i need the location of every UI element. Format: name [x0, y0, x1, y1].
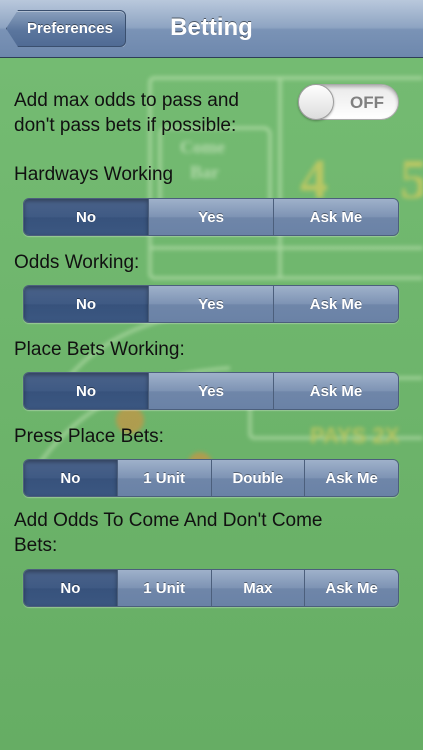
hardways-option-no[interactable]: No — [24, 199, 148, 235]
place-bets-working-option-ask-me[interactable]: Ask Me — [273, 373, 398, 409]
odds-working-option-yes[interactable]: Yes — [148, 286, 273, 322]
svg-text:5: 5 — [400, 149, 423, 211]
svg-text:PAYS 2X: PAYS 2X — [310, 423, 400, 448]
hardways-option-yes[interactable]: Yes — [148, 199, 273, 235]
come-odds-option-ask-me[interactable]: Ask Me — [304, 570, 398, 606]
svg-text:Come: Come — [180, 137, 225, 157]
navigation-bar: Preferences Betting — [0, 0, 423, 58]
place-bets-working-label: Place Bets Working: — [14, 339, 185, 360]
place-bets-working-segmented-control[interactable]: No Yes Ask Me — [23, 372, 399, 410]
hardways-segmented-control[interactable]: No Yes Ask Me — [23, 198, 399, 236]
toggle-state-text: OFF — [350, 93, 384, 112]
hardways-label: Hardways Working — [14, 164, 174, 185]
come-odds-segmented-control[interactable]: No 1 Unit Max Ask Me — [23, 569, 399, 607]
come-odds-option-max[interactable]: Max — [210, 570, 305, 606]
hardways-option-ask-me[interactable]: Ask Me — [273, 199, 398, 235]
press-place-bets-segmented-control[interactable]: No 1 Unit Double Ask Me — [23, 459, 399, 497]
max-odds-label: Add max odds to pass and don't pass bets… — [14, 90, 239, 136]
svg-text:Bar: Bar — [190, 162, 219, 182]
max-odds-toggle[interactable]: OFF — [298, 84, 399, 120]
press-place-bets-option-no[interactable]: No — [24, 460, 117, 496]
place-bets-working-option-yes[interactable]: Yes — [148, 373, 273, 409]
press-place-bets-label: Press Place Bets: — [14, 426, 164, 447]
press-place-bets-option-ask-me[interactable]: Ask Me — [304, 460, 398, 496]
odds-working-option-ask-me[interactable]: Ask Me — [273, 286, 398, 322]
page-title: Betting — [170, 14, 253, 41]
odds-working-label: Odds Working: — [14, 252, 140, 273]
come-odds-option-no[interactable]: No — [24, 570, 117, 606]
odds-working-segmented-control[interactable]: No Yes Ask Me — [23, 285, 399, 323]
toggle-knob[interactable] — [298, 84, 334, 120]
place-bets-working-option-no[interactable]: No — [24, 373, 148, 409]
odds-working-option-no[interactable]: No — [24, 286, 148, 322]
press-place-bets-option-1-unit[interactable]: 1 Unit — [116, 460, 211, 496]
come-odds-option-1-unit[interactable]: 1 Unit — [116, 570, 211, 606]
press-place-bets-option-double[interactable]: Double — [210, 460, 305, 496]
come-odds-label: Add Odds To Come And Don't Come Bets: — [14, 510, 323, 556]
